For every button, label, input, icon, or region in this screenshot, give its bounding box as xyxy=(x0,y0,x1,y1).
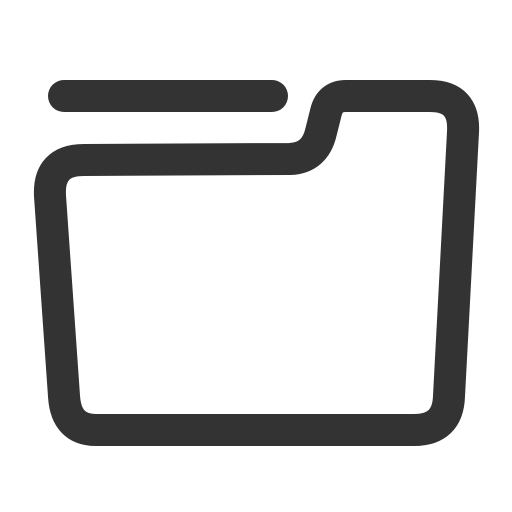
folder-body xyxy=(33,80,480,446)
icon-canvas xyxy=(0,0,512,512)
folder-icon xyxy=(0,0,512,512)
